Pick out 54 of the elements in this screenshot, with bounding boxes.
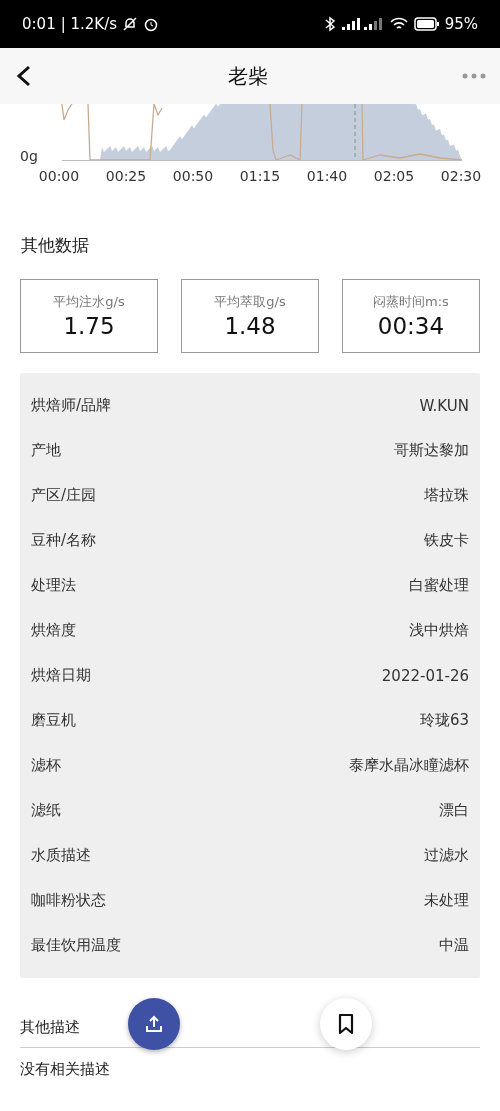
detail-label: 烘焙日期 xyxy=(31,666,91,685)
detail-label: 水质描述 xyxy=(31,846,91,865)
detail-value: 未处理 xyxy=(424,891,469,910)
axis-label: 02:30 xyxy=(440,168,482,184)
detail-label: 豆种/名称 xyxy=(31,531,97,550)
detail-value: 过滤水 xyxy=(424,846,469,865)
detail-value: 浅中烘焙 xyxy=(409,621,469,640)
axis-label: 0g xyxy=(20,148,38,164)
detail-label: 烘焙师/品牌 xyxy=(31,396,112,415)
axis-label: 00:25 xyxy=(105,168,147,184)
bluetooth-icon xyxy=(324,16,335,32)
detail-value: W.KUN xyxy=(419,396,469,415)
axis-label: 00:50 xyxy=(172,168,214,184)
detail-value: 铁皮卡 xyxy=(424,531,469,550)
detail-label: 最佳饮用温度 xyxy=(31,936,121,955)
detail-label: 产地 xyxy=(31,441,61,460)
axis-label: 02:05 xyxy=(373,168,415,184)
battery-level: 95% xyxy=(444,15,478,33)
detail-value: 塔拉珠 xyxy=(424,486,469,505)
battery-icon xyxy=(413,17,440,31)
detail-label: 滤杯 xyxy=(31,756,61,775)
wifi-icon xyxy=(388,16,409,32)
signal-icon xyxy=(339,16,384,32)
detail-label: 烘焙度 xyxy=(31,621,76,640)
description-text: 没有相关描述 xyxy=(20,1059,111,1079)
stat-value: 00:34 xyxy=(377,313,445,339)
detail-label: 处理法 xyxy=(31,576,76,595)
detail-value: 漂白 xyxy=(439,801,469,820)
network-speed: | 1.2K/s xyxy=(60,15,118,33)
detail-value: 玲珑63 xyxy=(419,711,469,730)
stat-label: 闷蒸时间m:s xyxy=(373,293,449,311)
stat-label: 平均注水g/s xyxy=(53,293,125,311)
detail-label: 咖啡粉状态 xyxy=(31,891,106,910)
stat-value: 1.75 xyxy=(63,313,115,339)
stat-value: 1.48 xyxy=(224,313,276,339)
share-button[interactable] xyxy=(128,998,180,1050)
more-icon[interactable] xyxy=(462,73,486,79)
section-title: 其他数据 xyxy=(21,234,90,257)
detail-value: 白蜜处理 xyxy=(409,576,469,595)
axis-label: 01:40 xyxy=(306,168,348,184)
stat-label: 平均萃取g/s xyxy=(214,293,286,311)
page-title: 老柴 xyxy=(228,62,268,90)
detail-label: 滤纸 xyxy=(31,801,61,820)
bookmark-button[interactable] xyxy=(320,998,372,1050)
detail-value: 哥斯达黎加 xyxy=(394,441,469,460)
alarm-icon xyxy=(143,16,160,32)
axis-label: 01:15 xyxy=(239,168,281,184)
detail-label: 产区/庄园 xyxy=(31,486,97,505)
detail-value: 泰摩水晶冰瞳滤杯 xyxy=(349,756,469,775)
detail-value: 2022-01-26 xyxy=(381,666,469,685)
status-time: 0:01 xyxy=(22,15,56,33)
detail-value: 中温 xyxy=(439,936,469,955)
detail-label: 磨豆机 xyxy=(31,711,76,730)
axis-label: 00:00 xyxy=(38,168,80,184)
